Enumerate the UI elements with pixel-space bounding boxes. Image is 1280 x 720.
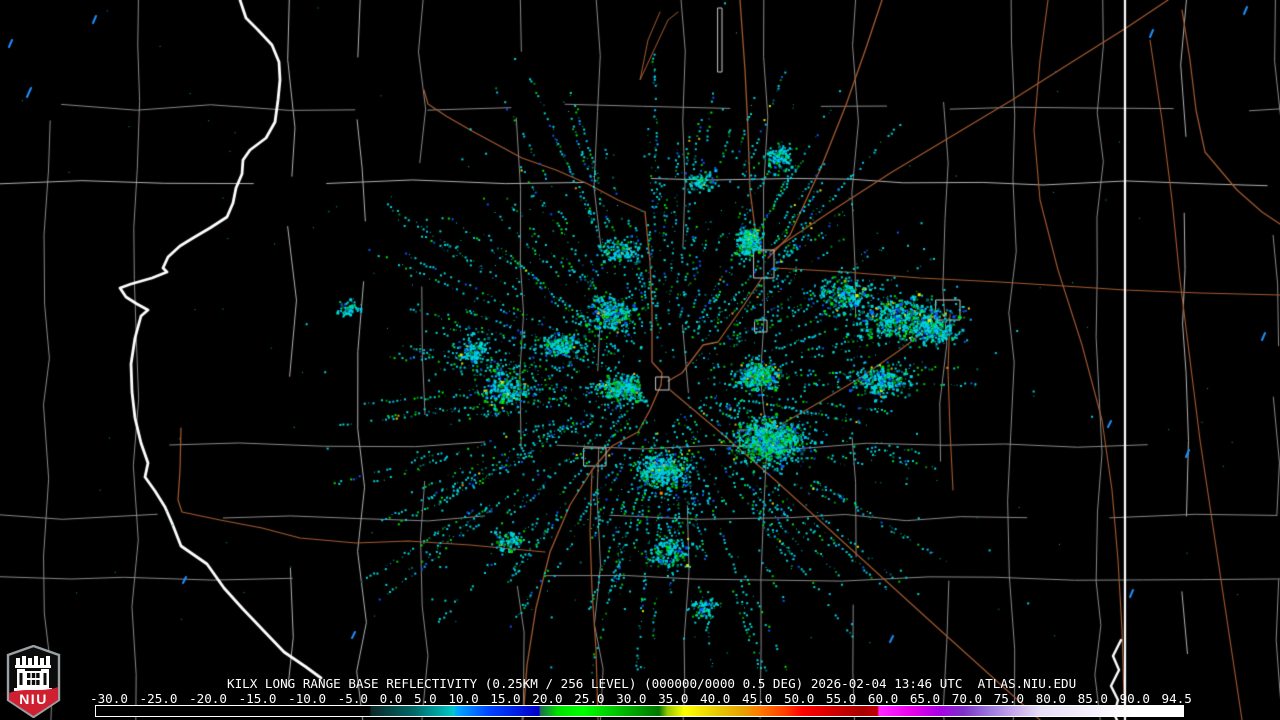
colorbar-tick-label: -5.0 <box>337 691 368 706</box>
colorbar-tick-label: 90.0 <box>1119 691 1150 706</box>
colorbar-tick-label: 15.0 <box>490 691 521 706</box>
colorbar-tick-label: -25.0 <box>139 691 178 706</box>
colorbar-tick-label: 80.0 <box>1035 691 1067 706</box>
colorbar-tick-label: -10.0 <box>288 691 327 706</box>
colorbar-tick-label: 40.0 <box>700 691 731 706</box>
niu-logo: NIU <box>6 645 61 718</box>
reflectivity-colorbar <box>95 705 1184 717</box>
colorbar-tick-label: -30.0 <box>90 691 128 706</box>
colorbar-tick-label: 60.0 <box>867 691 899 706</box>
colorbar-tick-label: -15.0 <box>238 691 277 706</box>
colorbar-tick-label: 0.0 <box>379 691 403 706</box>
colorbar-tick-label: 25.0 <box>574 691 605 706</box>
colorbar-tick-label: 5.0 <box>413 691 437 706</box>
colorbar-tick-label: 35.0 <box>658 691 689 706</box>
colorbar-tick-label: 30.0 <box>616 691 647 706</box>
colorbar-tick-label: 45.0 <box>742 691 773 706</box>
colorbar-tick-label: 20.0 <box>532 691 563 706</box>
colorbar-tick-label: 65.0 <box>909 691 941 706</box>
colorbar-tick-label: -20.0 <box>189 691 227 706</box>
product-caption: KILX LONG RANGE BASE REFLECTIVITY (0.25K… <box>227 676 1077 691</box>
colorbar-tick-label: 55.0 <box>825 691 857 706</box>
colorbar-scale-labels: -30.0 -25.0 -20.0 -15.0 -10.0 -5.0 0.0 5.0 10.0 1… <box>90 692 1192 705</box>
niu-logo-text: NIU <box>19 691 48 707</box>
colorbar-tick-label: 10.0 <box>448 691 479 706</box>
colorbar-tick-label: 50.0 <box>783 691 815 706</box>
colorbar-tick-label: 70.0 <box>951 691 983 706</box>
radar-map-canvas <box>0 0 1280 720</box>
colorbar-tick-label: 85.0 <box>1077 691 1108 706</box>
colorbar-tick-label: 94.5 <box>1161 691 1192 706</box>
kilx-radar-display: KILX LONG RANGE BASE REFLECTIVITY (0.25K… <box>0 0 1280 720</box>
colorbar-tick-label: 75.0 <box>993 691 1025 706</box>
